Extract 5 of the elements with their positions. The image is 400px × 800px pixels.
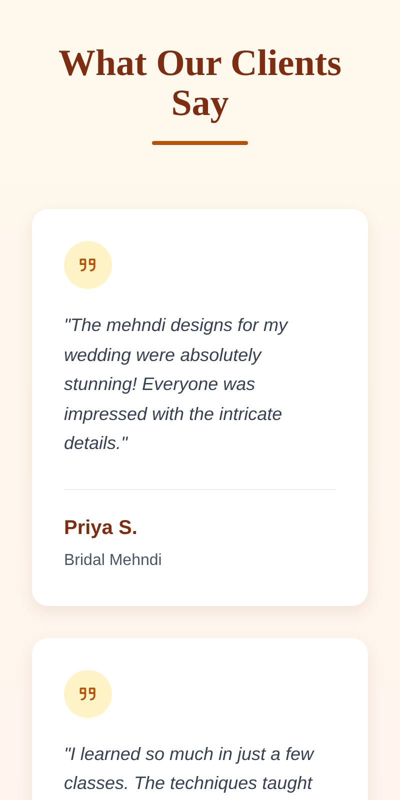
service-type: Bridal Mehndi bbox=[64, 550, 163, 570]
testimonial-quote: "I learned so much in just a few classes. The techniques taught bbox=[64, 742, 316, 795]
client-name: Priya S. bbox=[64, 516, 138, 540]
testimonial-quote: "The mehndi designs for my wedding were absolutely stunning! Everyone was impressed with the intricate details." bbox=[64, 314, 290, 455]
section-heading: What Our Clients Say bbox=[57, 44, 342, 124]
